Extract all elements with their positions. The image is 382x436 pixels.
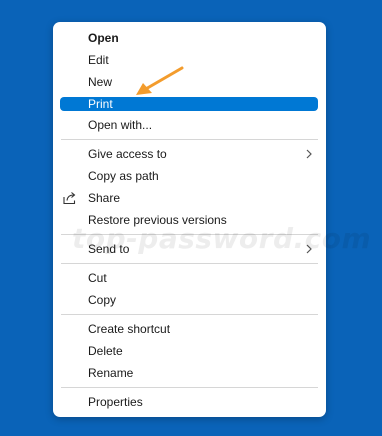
menu-item-label: Properties <box>88 395 143 409</box>
menu-item-label: Open with... <box>88 118 153 132</box>
menu-separator <box>61 139 318 140</box>
menu-separator <box>61 314 318 315</box>
menu-item-delete[interactable]: Delete <box>53 340 326 362</box>
menu-item-label: Restore previous versions <box>88 213 227 227</box>
menu-item-label: Send to <box>88 242 130 256</box>
menu-item-open-with[interactable]: Open with... <box>53 114 326 136</box>
menu-item-copy[interactable]: Copy <box>53 289 326 311</box>
menu-item-label: Delete <box>88 344 123 358</box>
menu-item-properties[interactable]: Properties <box>53 391 326 413</box>
chevron-right-icon <box>306 244 312 254</box>
menu-separator <box>61 263 318 264</box>
menu-item-label: Create shortcut <box>88 322 171 336</box>
menu-separator <box>61 387 318 388</box>
share-icon <box>63 192 76 205</box>
menu-item-cut[interactable]: Cut <box>53 267 326 289</box>
menu-item-label: Copy as path <box>88 169 159 183</box>
menu-item-send-to[interactable]: Send to <box>53 238 326 260</box>
menu-item-label: Share <box>88 191 121 205</box>
menu-item-copy-as-path[interactable]: Copy as path <box>53 165 326 187</box>
menu-item-label: Copy <box>88 293 117 307</box>
menu-separator <box>61 234 318 235</box>
menu-item-label: New <box>88 75 113 89</box>
menu-item-label: Open <box>88 31 119 45</box>
context-menu: Open Edit New Print Open with... Give ac… <box>53 22 326 417</box>
menu-item-create-shortcut[interactable]: Create shortcut <box>53 318 326 340</box>
menu-item-give-access-to[interactable]: Give access to <box>53 143 326 165</box>
menu-item-rename[interactable]: Rename <box>53 362 326 384</box>
menu-item-label: Edit <box>88 53 109 67</box>
menu-item-open[interactable]: Open <box>53 27 326 49</box>
menu-item-new[interactable]: New <box>53 71 326 93</box>
annotation-arrow-icon <box>136 66 184 95</box>
menu-item-label: Rename <box>88 366 134 380</box>
menu-item-edit[interactable]: Edit <box>53 49 326 71</box>
menu-item-label: Cut <box>88 271 107 285</box>
menu-item-restore-previous-versions[interactable]: Restore previous versions <box>53 209 326 231</box>
menu-item-label: Print <box>88 97 113 111</box>
chevron-right-icon <box>306 149 312 159</box>
menu-item-label: Give access to <box>88 147 167 161</box>
menu-item-share[interactable]: Share <box>53 187 326 209</box>
menu-item-print[interactable]: Print <box>60 97 318 111</box>
